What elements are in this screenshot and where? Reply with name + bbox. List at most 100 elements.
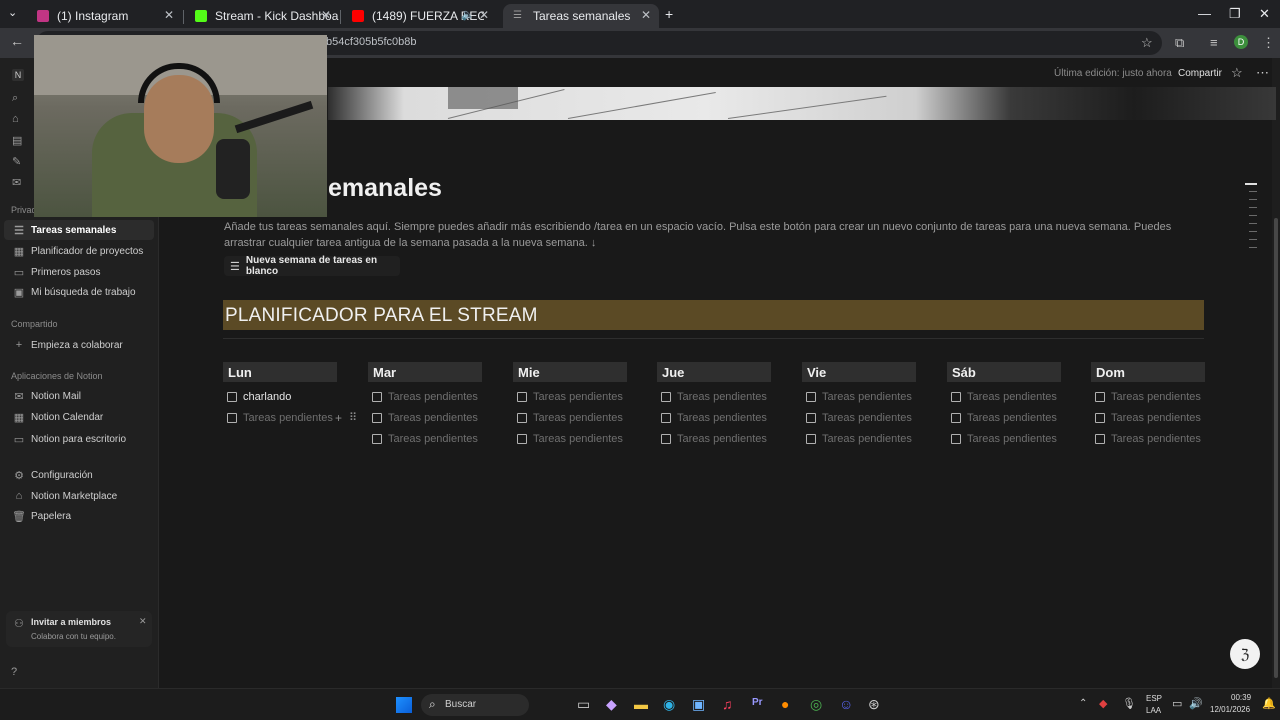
search-icon[interactable]: ⌕ [12,92,18,105]
sidebar-item-notion-desktop[interactable]: ▭ Notion para escritorio [0,429,159,449]
extensions-icon[interactable]: ⧉ [1175,35,1184,51]
chrome-icon[interactable]: ◎ [810,696,822,713]
task-checkbox[interactable] [517,434,527,444]
store-icon[interactable]: ▣ [692,696,705,713]
tab-youtube[interactable]: (1489) FUERZA REGIDA - M 🔈 ✕ [342,4,497,28]
task-placeholder[interactable]: Tareas pendientes [533,412,623,424]
favorite-star-icon[interactable]: ☆ [1231,65,1243,81]
outline-mark[interactable] [1249,199,1257,200]
task-checkbox[interactable] [372,413,382,423]
profile-avatar[interactable]: D [1234,35,1248,49]
bookmark-star-icon[interactable]: ☆ [1141,35,1153,51]
window-close-icon[interactable]: ✕ [1259,6,1270,22]
language-bottom[interactable]: LAA [1146,706,1161,715]
inbox-icon[interactable]: ✉ [12,176,21,189]
more-icon[interactable]: ⋯ [1256,65,1269,81]
sidebar-item-notion-mail[interactable]: ✉ Notion Mail [0,386,159,406]
page-description[interactable]: Añade tus tareas semanales aquí. Siempre… [224,219,1184,251]
callout-heading[interactable]: PLANIFICADOR PARA EL STREAM [223,300,1204,330]
task-placeholder[interactable]: Tareas pendientes [243,412,333,424]
share-button[interactable]: Compartir [1178,68,1222,79]
day-header[interactable]: Sáb [947,362,1061,382]
task-checkbox[interactable] [1095,392,1105,402]
task-text[interactable]: charlando [243,391,291,403]
task-placeholder[interactable]: Tareas pendientes [677,391,767,403]
home-icon[interactable]: ⌂ [12,113,19,125]
music-icon[interactable]: ♫ [722,696,733,712]
task-checkbox[interactable] [661,392,671,402]
sidebar-item-tareas-semanales[interactable]: ☰ Tareas semanales [4,220,154,240]
sidebar-item-marketplace[interactable]: ⌂ Notion Marketplace [0,486,159,506]
outline-mark[interactable] [1249,215,1257,216]
task-checkbox[interactable] [372,434,382,444]
outline-mark[interactable] [1249,207,1257,208]
sidebar-item-papelera[interactable]: 🗑 Papelera [0,506,159,526]
fl-studio-icon[interactable]: ● [781,696,789,712]
tab-kick[interactable]: Stream - Kick Dashboard ✕ [185,4,339,28]
cover-image[interactable] [328,87,1276,120]
close-icon[interactable]: ✕ [164,8,174,22]
task-placeholder[interactable]: Tareas pendientes [822,412,912,424]
task-checkbox[interactable] [227,413,237,423]
edge-icon[interactable]: ◉ [663,696,675,713]
task-placeholder[interactable]: Tareas pendientes [533,433,623,445]
day-header[interactable]: Mar [368,362,482,382]
task-checkbox[interactable] [227,392,237,402]
close-icon[interactable]: ✕ [321,8,331,22]
clock-date[interactable]: 12/01/2026 [1210,705,1250,714]
task-placeholder[interactable]: Tareas pendientes [967,433,1057,445]
task-placeholder[interactable]: Tareas pendientes [1111,433,1201,445]
close-icon[interactable]: ✕ [139,616,147,627]
outline-mark[interactable] [1249,231,1257,232]
notifications-icon[interactable]: 🔔 [1262,697,1276,710]
ai-icon[interactable]: ✎ [12,155,21,168]
speaker-icon[interactable]: 🔈 [461,8,475,21]
task-checkbox[interactable] [661,434,671,444]
task-checkbox[interactable] [951,434,961,444]
task-checkbox[interactable] [517,413,527,423]
minimize-icon[interactable]: — [1198,6,1211,21]
task-placeholder[interactable]: Tareas pendientes [967,412,1057,424]
sidebar-item-busqueda-trabajo[interactable]: ▣ Mi búsqueda de trabajo [0,282,159,302]
tab-tareas-semanales[interactable]: ☰ Tareas semanales ✕ [503,4,659,28]
sidebar-item-planificador[interactable]: ▦ Planificador de proyectos [0,241,159,261]
task-placeholder[interactable]: Tareas pendientes [677,433,767,445]
restore-icon[interactable]: ❐ [1229,6,1241,22]
notion-ai-button[interactable]: ℨ [1230,639,1260,669]
task-checkbox[interactable] [661,413,671,423]
task-placeholder[interactable]: Tareas pendientes [1111,391,1201,403]
close-icon[interactable]: ✕ [479,8,489,22]
new-tab-icon[interactable]: + [665,6,673,22]
tab-search-icon[interactable]: ⌄ [8,6,17,19]
meetings-icon[interactable]: ▤ [12,134,22,147]
sidebar-item-empieza-colaborar[interactable]: + Empieza a colaborar [0,335,159,355]
outline-mark[interactable] [1249,239,1257,240]
media-icon[interactable]: ≡ [1210,35,1218,50]
page-title[interactable]: emanales [328,174,442,203]
task-placeholder[interactable]: Tareas pendientes [388,391,478,403]
outline-mark[interactable] [1249,223,1257,224]
task-checkbox[interactable] [806,434,816,444]
tray-chevron-icon[interactable]: ⌃ [1079,698,1087,709]
file-explorer-icon[interactable]: ▬ [634,696,648,712]
task-checkbox[interactable] [1095,434,1105,444]
mic-icon[interactable]: 🎙 [1122,697,1136,710]
task-view-icon[interactable]: ▭ [577,696,590,713]
task-placeholder[interactable]: Tareas pendientes [822,433,912,445]
task-checkbox[interactable] [951,413,961,423]
new-week-button[interactable]: ☰ Nueva semana de tareas en blanco [224,255,400,277]
sidebar-item-notion-calendar[interactable]: ▦ Notion Calendar [0,407,159,427]
add-block-icon[interactable]: + [335,411,342,425]
drag-handle-icon[interactable]: ⠿ [349,411,357,424]
day-header[interactable]: Lun [223,362,337,382]
task-placeholder[interactable]: Tareas pendientes [822,391,912,403]
close-icon[interactable]: ✕ [641,8,651,22]
sidebar-item-primeros-pasos[interactable]: ▭ Primeros pasos [0,262,159,282]
clock-time[interactable]: 00:39 [1231,693,1251,702]
help-icon[interactable]: ? [11,666,17,678]
day-header[interactable]: Vie [802,362,916,382]
task-checkbox[interactable] [517,392,527,402]
language-top[interactable]: ESP [1146,694,1162,703]
day-header[interactable]: Dom [1091,362,1205,382]
day-header[interactable]: Mie [513,362,627,382]
